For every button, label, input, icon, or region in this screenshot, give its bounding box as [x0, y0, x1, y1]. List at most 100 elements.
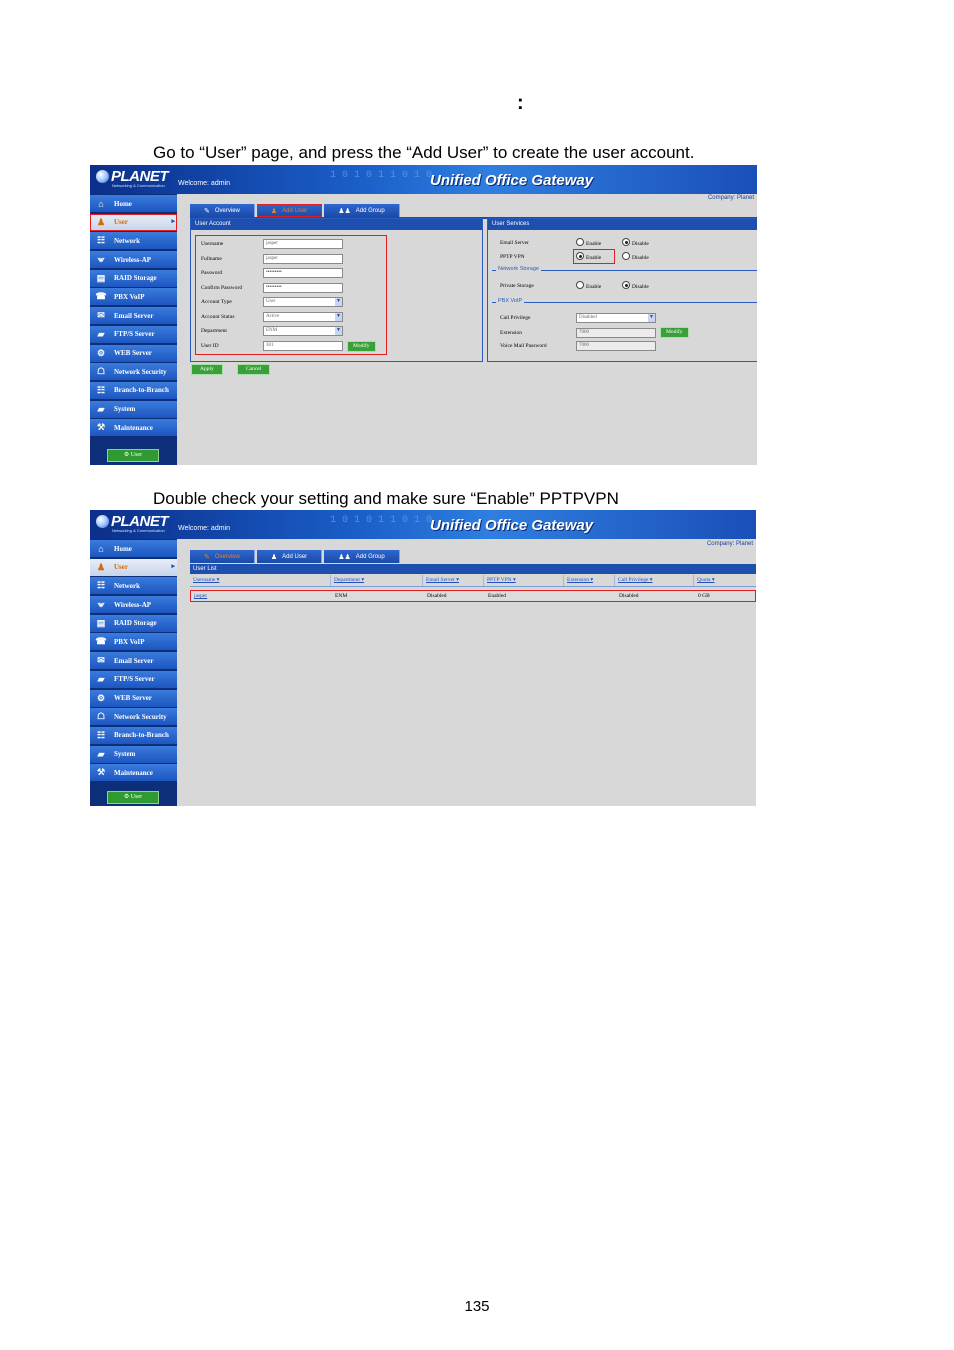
sidebar-item-web-server[interactable]: ⚙ WEB Server [90, 689, 177, 707]
extension-modify-button[interactable]: Modify [660, 327, 689, 338]
tab-add-group[interactable]: ♟♟ Add Group [324, 550, 400, 563]
apply-button[interactable]: Apply [191, 364, 223, 375]
call-privilege-label: Call Privilege [500, 315, 531, 321]
user-id-input[interactable]: 301 [263, 341, 343, 351]
user-icon: ♟ [270, 207, 278, 215]
username-input[interactable]: jasper [263, 239, 343, 249]
sidebar-item-label: RAID Storage [114, 274, 157, 283]
fullname-input[interactable]: jasper [263, 253, 343, 264]
col-email-server[interactable]: Email Server ▾ [423, 575, 484, 586]
network-storage-title: Network Storage [496, 266, 541, 272]
cancel-button[interactable]: Cancel [237, 364, 271, 375]
sidebar-item-network-security[interactable]: ☖ Network Security [90, 708, 177, 726]
sidebar-item-label: Maintenance [114, 423, 153, 432]
pptp-enable-radio[interactable]: Enable [573, 249, 615, 264]
chevron-down-icon: ▼ [648, 314, 655, 322]
sidebar-item-system[interactable]: ▰ System [90, 745, 177, 763]
sidebar-item-network[interactable]: ☷ Network [90, 577, 177, 595]
sidebar-list: ⌂ Home ♟ User ▸ ☷ Network ⩖ Wireless-AP ▤ RAID Sto… [90, 539, 177, 782]
sidebar-item-label: Network Security [114, 367, 167, 376]
account-type-select[interactable]: User ▼ [263, 297, 343, 307]
sidebar-item-wireless-ap[interactable]: ⩖ Wireless-AP [90, 596, 177, 614]
pptp-disable-radio[interactable]: Disable [622, 252, 668, 261]
field-label: Account Status [201, 313, 235, 320]
sidebar-item-raid-storage[interactable]: ▤ RAID Storage [90, 614, 177, 632]
user-icon: ♟ [96, 216, 106, 227]
radio-label: Disable [632, 241, 649, 247]
gateway-title: Unified Office Gateway [430, 517, 594, 534]
screenshot-user-list: PLANET Networking & Communication Welcom… [90, 510, 756, 806]
bottom-user-button[interactable]: ⚙ User [107, 791, 159, 804]
col-pptp-vpn[interactable]: PPTP VPN ▾ [484, 575, 564, 586]
col-username[interactable]: Username ▾ [190, 575, 331, 586]
sidebar-item-maintenance[interactable]: ⚒ Maintenance [90, 764, 177, 782]
binary-decoration: 1 0 1 0 1 1 0 1 0 [330, 170, 433, 181]
radio-label: Enable [586, 241, 602, 247]
chevron-down-icon: ▼ [335, 298, 342, 306]
email-disable-radio[interactable]: Disable [622, 238, 668, 247]
sidebar-item-network-security[interactable]: ☖ Network Security [90, 363, 177, 381]
phone-icon: ☎ [95, 636, 107, 647]
tab-add-user[interactable]: ♟ Add User [256, 204, 323, 217]
sidebar-item-pbx-voip[interactable]: ☎ PBX VoIP [90, 633, 177, 651]
sidebar-item-system[interactable]: ▰ System [90, 400, 177, 418]
user-icon: ♟ [96, 561, 106, 572]
sidebar-item-network[interactable]: ☷ Network [90, 232, 177, 250]
field-value: Active [266, 313, 280, 319]
account-status-select[interactable]: Active ▼ [263, 311, 343, 322]
sidebar-item-user[interactable]: ♟ User ▸ [90, 213, 177, 231]
field-value: User [266, 299, 276, 304]
email-icon: ✉ [97, 310, 105, 321]
sidebar-item-home[interactable]: ⌂ Home [90, 540, 177, 557]
gateway-title: Unified Office Gateway [430, 172, 594, 189]
extension-row: Extension 7000 Modify [500, 327, 689, 338]
field-row-password: Password ••••••••• [201, 268, 343, 278]
sidebar-item-raid-storage[interactable]: ▤ RAID Storage [90, 269, 177, 287]
col-quota[interactable]: Quota ▾ [694, 575, 756, 586]
cell-username[interactable]: jasper [191, 591, 332, 601]
field-value: ••••••••• [266, 284, 282, 290]
sidebar-item-email-server[interactable]: ✉ Email Server [90, 652, 177, 670]
instruction-check-setting: Double check your setting and make sure … [153, 489, 619, 508]
col-extension[interactable]: Extension ▾ [564, 575, 615, 586]
security-icon: ☖ [96, 711, 106, 722]
tab-add-group[interactable]: ♟♟ Add Group [324, 204, 400, 217]
field-value: jasper [266, 241, 278, 246]
col-department[interactable]: Department ▾ [331, 575, 423, 586]
field-row-username: Username jasper [201, 239, 343, 249]
storage-enable-radio[interactable]: Enable [576, 281, 622, 290]
bottom-user-button[interactable]: ⚙ User [107, 449, 159, 462]
sidebar-item-branch-to-branch[interactable]: ☷ Branch-to-Branch [90, 726, 177, 744]
voicemail-input[interactable]: 7000 [576, 341, 656, 351]
sidebar-item-maintenance[interactable]: ⚒ Maintenance [90, 419, 177, 437]
pbx-voip-divider [492, 302, 757, 303]
sidebar-item-user[interactable]: ♟ User ▸ [90, 558, 177, 576]
sidebar-item-label: System [114, 405, 136, 414]
tab-overview[interactable]: ✎ Overview [190, 204, 255, 217]
confirm-password-input[interactable]: ••••••••• [263, 282, 343, 293]
sidebar-item-branch-to-branch[interactable]: ☷ Branch-to-Branch [90, 381, 177, 399]
sidebar-item-label: FTP/S Server [114, 675, 155, 684]
tab-add-user-label: Add User [282, 207, 308, 214]
extension-input[interactable]: 7000 [576, 327, 656, 338]
department-select[interactable]: ENM ▼ [263, 326, 343, 336]
storage-disable-radio[interactable]: Disable [622, 281, 668, 290]
radio-icon [576, 252, 584, 260]
branch-icon: ☷ [96, 729, 106, 740]
sidebar-item-ftp-s-server[interactable]: ▰ FTP/S Server [90, 325, 177, 343]
sidebar-item-home[interactable]: ⌂ Home [90, 195, 177, 212]
sidebar-item-wireless-ap[interactable]: ⩖ Wireless-AP [90, 251, 177, 269]
call-privilege-select[interactable]: Disabled ▼ [576, 313, 656, 323]
sidebar-item-ftp-s-server[interactable]: ▰ FTP/S Server [90, 670, 177, 688]
extension-value: 7000 [579, 329, 589, 335]
email-enable-radio[interactable]: Enable [576, 238, 622, 247]
tab-overview-label: Overview [214, 553, 240, 560]
sidebar-item-pbx-voip[interactable]: ☎ PBX VoIP [90, 288, 177, 306]
sidebar-item-web-server[interactable]: ⚙ WEB Server [90, 344, 177, 362]
tab-overview[interactable]: ✎ Overview [190, 550, 255, 563]
password-input[interactable]: ••••••••• [263, 268, 343, 278]
col-call-privilege[interactable]: Call Privilege ▾ [615, 575, 694, 586]
tab-add-user[interactable]: ♟ Add User [256, 550, 323, 563]
sidebar-item-email-server[interactable]: ✉ Email Server [90, 307, 177, 325]
user-id-modify-button[interactable]: Modify [347, 340, 376, 352]
